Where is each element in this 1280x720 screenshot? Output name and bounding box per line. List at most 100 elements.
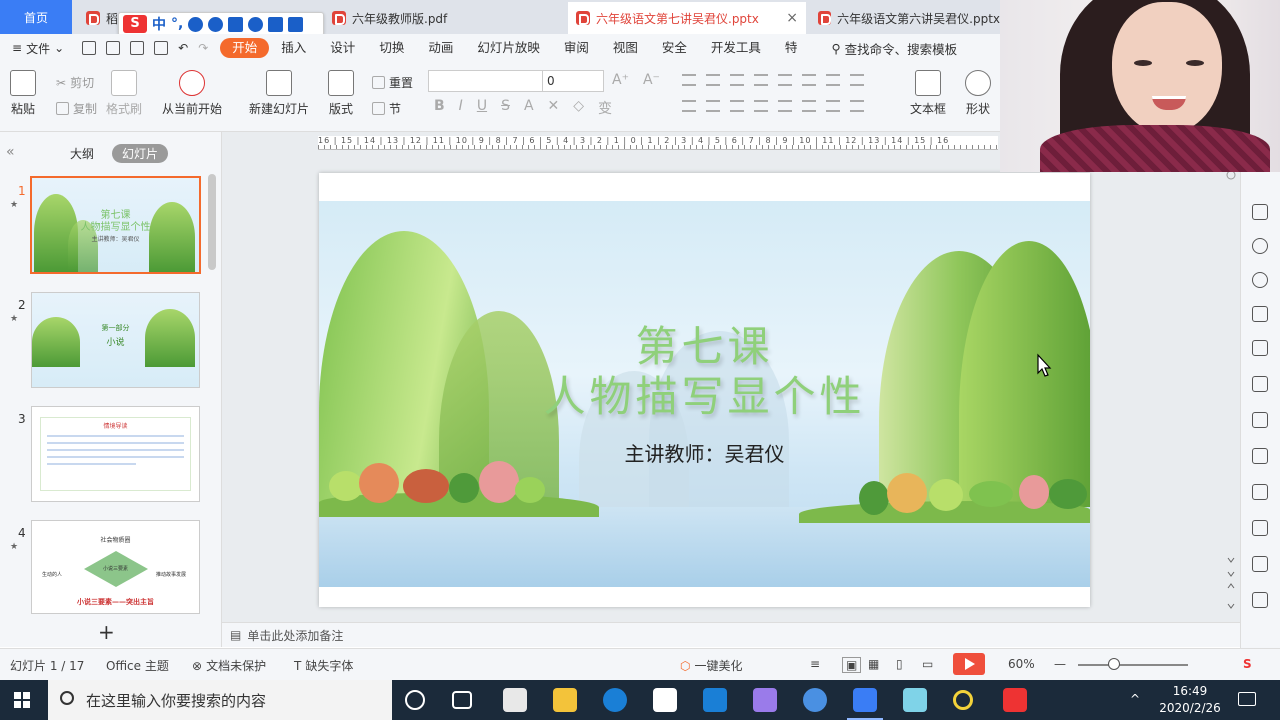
zoom-slider-handle[interactable] — [1108, 658, 1120, 670]
tab-pptx-active[interactable]: 六年级语文第七讲吴君仪.pptx × — [568, 2, 806, 34]
toolbox-icon[interactable] — [288, 16, 304, 32]
numbering-icon[interactable] — [706, 74, 720, 86]
edge-icon[interactable] — [603, 688, 627, 712]
tab-review[interactable]: 审阅 — [552, 38, 601, 58]
convert-smartart-icon[interactable] — [850, 100, 864, 112]
slide-subtitle[interactable]: 人物描写显个性 — [319, 363, 1090, 424]
print-icon[interactable] — [130, 41, 145, 55]
task-view-icon[interactable] — [452, 691, 472, 709]
close-icon[interactable]: × — [786, 10, 798, 26]
object-properties-icon[interactable] — [1252, 204, 1268, 220]
image-icon[interactable] — [1252, 484, 1268, 500]
ime-toolbar[interactable]: S 中 °, — [118, 12, 324, 36]
fill-icon[interactable] — [1252, 306, 1268, 322]
action-center-icon[interactable] — [1238, 692, 1256, 706]
slide-thumbnail-4[interactable]: 社会物质圈 小说三要素 生动的人 推动故事发展 小说三要素——突出主旨 — [31, 520, 200, 614]
font-size-select[interactable]: 0 — [542, 70, 604, 92]
font-color-icon[interactable]: A — [524, 98, 534, 118]
slideshow-play-button[interactable] — [953, 653, 985, 675]
add-slide-button[interactable]: + — [98, 620, 115, 644]
chevron-up-icon[interactable]: ^ — [1130, 692, 1144, 706]
tab-security[interactable]: 安全 — [650, 38, 699, 58]
shape-button[interactable]: 形状 — [965, 70, 991, 117]
file-menu[interactable]: ≡ 文件 ⌄ — [12, 40, 64, 57]
record-app-icon[interactable] — [953, 690, 973, 710]
print-preview-icon[interactable] — [154, 41, 169, 55]
panel-scrollbar[interactable] — [208, 174, 216, 270]
tab-home[interactable]: 首页 — [0, 0, 72, 34]
textbox-button[interactable]: 文本框 — [910, 70, 946, 117]
slide-canvas[interactable]: 第七课 人物描写显个性 主讲教师：吴君仪 — [319, 173, 1090, 607]
bullets-icon[interactable] — [682, 74, 696, 86]
sogou-tray-icon[interactable]: S — [1243, 657, 1252, 671]
windows-start-icon[interactable] — [14, 692, 30, 708]
distribute-icon[interactable] — [778, 100, 792, 112]
slide-thumbnail-1[interactable]: 第七课 人物描写显个性 主讲教师：吴君仪 — [30, 176, 201, 274]
record-icon[interactable]: ▭ — [922, 657, 933, 671]
reset-button[interactable]: 重置 — [372, 74, 413, 91]
tab-slideshow[interactable]: 幻灯片放映 — [465, 38, 552, 58]
clear-format-icon[interactable]: ✕ — [548, 98, 560, 118]
theme-name[interactable]: Office 主题 — [106, 657, 169, 674]
font-family-select[interactable] — [428, 70, 546, 92]
char-spacing-icon[interactable]: 变 — [598, 98, 612, 118]
line-spacing-icon[interactable] — [778, 74, 792, 86]
redo-icon[interactable]: ↷ — [198, 41, 208, 55]
slide-sorter-icon[interactable]: ▦ — [868, 657, 879, 671]
tab-pdf[interactable]: 六年级教师版.pdf — [326, 2, 562, 34]
section-button[interactable]: 节 — [372, 100, 401, 117]
editor-scrollbar[interactable] — [1225, 172, 1237, 612]
missing-font[interactable]: T 缺失字体 — [294, 657, 353, 674]
cut-button[interactable]: ✂ 剪切 — [56, 74, 94, 91]
store-icon[interactable] — [503, 688, 527, 712]
slide-thumbnail-2[interactable]: 第一部分 小说 — [31, 292, 200, 388]
visual-studio-icon[interactable] — [753, 688, 777, 712]
tab-start[interactable]: 开始 — [220, 38, 270, 58]
horizontal-ruler[interactable]: 16 | 15 | 14 | 13 | 12 | 11 | 10 | 9 | 8… — [318, 136, 998, 150]
user-icon[interactable] — [248, 16, 264, 32]
teacher-name[interactable]: 主讲教师：吴君仪 — [319, 438, 1090, 467]
keyboard-icon[interactable] — [228, 16, 244, 32]
skin-icon[interactable] — [268, 16, 284, 32]
browser-icon[interactable] — [803, 688, 827, 712]
eraser-icon[interactable]: ◇ — [573, 98, 584, 118]
paste-button[interactable]: 粘贴 — [10, 70, 36, 117]
align-left-icon[interactable] — [682, 100, 696, 112]
slide-thumbnail-3[interactable]: 情境导读 — [31, 406, 200, 502]
ime-mode[interactable]: 中 — [152, 14, 166, 34]
archive-icon[interactable] — [1252, 556, 1268, 572]
columns-icon[interactable] — [802, 74, 816, 86]
tab-outline[interactable]: 大纲 — [60, 144, 104, 163]
notification-app-icon[interactable] — [703, 688, 727, 712]
file-explorer-icon[interactable] — [553, 688, 577, 712]
notes-toggle-icon[interactable]: ≡ — [810, 657, 820, 671]
zoom-level[interactable]: 60% — [1008, 657, 1035, 671]
tab-view[interactable]: 视图 — [601, 38, 650, 58]
bold-icon[interactable]: B — [434, 98, 445, 118]
cortana-icon[interactable] — [405, 690, 425, 710]
normal-view-icon[interactable]: ▣ — [842, 657, 862, 673]
netease-music-icon[interactable] — [1003, 688, 1027, 712]
notes-pane[interactable]: ▤ 单击此处添加备注 — [222, 622, 1240, 647]
tab-slides[interactable]: 幻灯片 — [112, 144, 169, 163]
tab-developer[interactable]: 开发工具 — [699, 38, 773, 58]
column-align-icon[interactable] — [802, 100, 816, 112]
strikethrough-icon[interactable]: S — [501, 98, 510, 118]
text-direction-icon[interactable] — [826, 74, 840, 86]
microphone-icon[interactable] — [208, 16, 224, 32]
zoom-out-icon[interactable]: — — [1054, 657, 1066, 671]
wps-icon[interactable] — [847, 688, 883, 720]
mail-icon[interactable] — [653, 688, 677, 712]
grow-font-icon[interactable]: A⁺ — [612, 72, 629, 88]
format-painter-button[interactable]: 格式刷 — [106, 70, 142, 117]
underline-icon[interactable]: U — [477, 98, 487, 118]
tab-pptx[interactable]: 六年级语文第六讲吴君仪.pptx — [810, 2, 1000, 34]
tab-transition[interactable]: 切换 — [367, 38, 416, 58]
export-pdf-icon[interactable] — [106, 41, 121, 55]
system-clock[interactable]: 16:49 2020/2/26 — [1150, 683, 1230, 717]
indent-increase-icon[interactable] — [754, 74, 768, 86]
chart-icon[interactable] — [1252, 412, 1268, 428]
ime-punct[interactable]: °, — [171, 16, 183, 32]
table-icon[interactable] — [1252, 340, 1268, 356]
undo-icon[interactable]: ↶ — [178, 41, 188, 55]
